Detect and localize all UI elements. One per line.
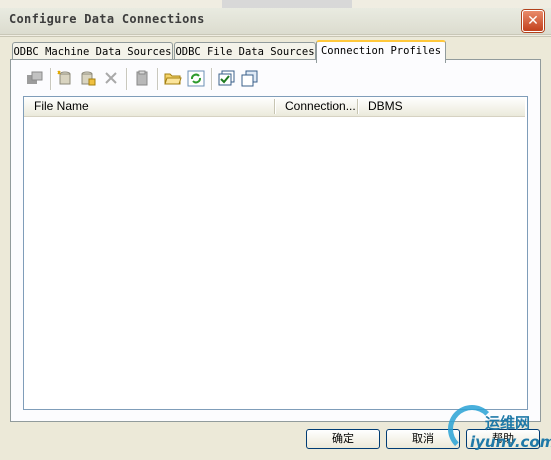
clipboard-icon[interactable] (133, 70, 151, 87)
tab-connection-profiles[interactable]: Connection Profiles (316, 40, 446, 63)
toolbar-separator (50, 68, 52, 90)
column-divider[interactable] (357, 99, 359, 114)
copy-icon[interactable] (241, 70, 259, 87)
column-header-dbms[interactable]: DBMS (368, 97, 403, 116)
watermark-text-en: iyunv.com (470, 433, 551, 451)
connect-icon[interactable] (26, 70, 44, 87)
new-profile-icon[interactable] (56, 70, 74, 87)
toolbar-separator (211, 68, 213, 90)
toolbar-separator (157, 68, 159, 90)
close-icon: ✕ (527, 13, 539, 29)
edit-profile-icon[interactable] (79, 70, 97, 87)
tab-label: ODBC Machine Data Sources (13, 46, 172, 58)
column-header-file-name[interactable]: File Name (34, 97, 89, 116)
refresh-icon[interactable] (187, 70, 205, 87)
window-title: Configure Data Connections (9, 12, 205, 26)
column-divider[interactable] (274, 99, 276, 114)
close-button[interactable]: ✕ (522, 10, 544, 32)
ok-button[interactable]: 确定 (306, 429, 380, 449)
connection-profiles-list[interactable] (23, 96, 528, 410)
tab-label: Connection Profiles (320, 45, 442, 57)
toolbar-separator (126, 68, 128, 90)
watermark-text-cn: 运维网 (485, 414, 531, 432)
tab-label: ODBC File Data Sources (175, 46, 315, 58)
check-icon[interactable] (218, 70, 236, 87)
delete-icon[interactable] (102, 70, 120, 87)
column-header-connection[interactable]: Connection... (285, 97, 356, 116)
open-folder-icon[interactable] (164, 70, 182, 87)
